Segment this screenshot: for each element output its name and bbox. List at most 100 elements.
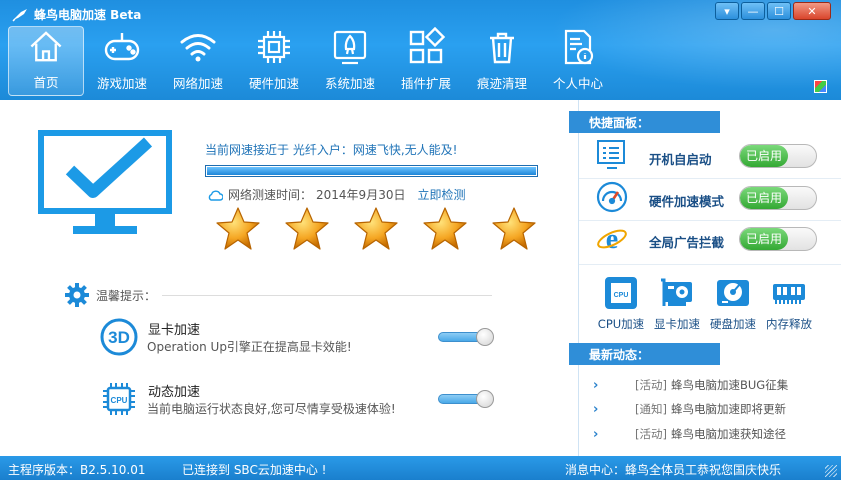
rocket-icon bbox=[333, 30, 367, 65]
nav-item-profile[interactable]: 个人中心 bbox=[540, 26, 616, 96]
news-tag: [活动] bbox=[635, 427, 667, 441]
slider-knob[interactable] bbox=[476, 390, 494, 408]
cloud-icon bbox=[208, 190, 223, 201]
nav-item-hardware[interactable]: 硬件加速 bbox=[236, 26, 312, 96]
version-text: 主程序版本：B2.5.10.01 bbox=[8, 463, 146, 477]
menu-button[interactable]: ▾ bbox=[715, 2, 739, 20]
nav-item-game[interactable]: 游戏加速 bbox=[84, 26, 160, 96]
star-icon bbox=[284, 206, 330, 252]
ie-icon: e bbox=[597, 224, 627, 255]
graphics-card-icon bbox=[661, 278, 692, 306]
nav-label: 个人中心 bbox=[552, 76, 603, 91]
news-item[interactable]: › [活动] 蜂鸟电脑加速获知途径 bbox=[593, 424, 833, 444]
speed-status-text: 当前网速接近于 光纤入户：网速飞快,无人能及! bbox=[205, 143, 458, 157]
nav-label: 插件扩展 bbox=[400, 76, 451, 91]
window-controls: ▾ — ☐ ✕ bbox=[713, 2, 831, 20]
nav-label: 系统加速 bbox=[324, 76, 375, 91]
nav-label: 硬件加速 bbox=[248, 76, 299, 91]
nav-item-plugin[interactable]: 插件扩展 bbox=[388, 26, 464, 96]
message-center[interactable]: 消息中心：蜂鸟全体员工恭祝您国庆快乐 bbox=[565, 461, 781, 478]
startup-toggle[interactable]: 已启用 bbox=[739, 144, 817, 168]
tips-header: 温馨提示： bbox=[64, 282, 492, 308]
tip-gpu: 3D 显卡加速 Operation Up引擎正在提高显卡效能! bbox=[100, 318, 500, 358]
quick-item-startup: 开机自启动 已启用 bbox=[579, 138, 841, 174]
tool-cpu[interactable]: CPU CPU加速 bbox=[593, 274, 649, 332]
quick-item-hwaccel: 硬件加速模式 已启用 bbox=[579, 180, 841, 216]
nav-item-clean[interactable]: 痕迹清理 bbox=[464, 26, 540, 96]
tool-grid: CPU CPU加速 显卡加速 硬盘加速 内存释放 bbox=[593, 274, 817, 332]
divider bbox=[579, 264, 841, 265]
news-text: 蜂鸟电脑加速BUG征集 bbox=[670, 378, 789, 392]
memory-icon bbox=[773, 284, 805, 304]
star-icon bbox=[491, 206, 537, 252]
rating-stars bbox=[215, 206, 560, 252]
chevron-right-icon: › bbox=[593, 401, 599, 417]
skin-button[interactable] bbox=[814, 80, 827, 93]
hummingbird-logo-icon bbox=[12, 8, 27, 22]
gpu-slider[interactable] bbox=[438, 328, 494, 346]
main-panel: 当前网速接近于 光纤入户：网速飞快,无人能及! 网络测速时间： 2014年9月3… bbox=[0, 100, 578, 456]
tip-desc: 当前电脑运行状态良好,您可尽情享受极速体验! bbox=[147, 402, 396, 416]
news-item[interactable]: › [活动] 蜂鸟电脑加速BUG征集 bbox=[593, 375, 833, 395]
toggle-state: 已启用 bbox=[740, 228, 788, 250]
quick-label: 开机自启动 bbox=[649, 152, 712, 167]
tool-label: 显卡加速 bbox=[654, 317, 700, 331]
gamepad-icon bbox=[104, 33, 140, 61]
tool-gpu[interactable]: 显卡加速 bbox=[649, 274, 705, 332]
chevron-right-icon: › bbox=[593, 377, 599, 393]
tip-title: 动态加速 bbox=[148, 385, 201, 400]
quick-label: 硬件加速模式 bbox=[649, 194, 725, 209]
startup-icon bbox=[597, 140, 625, 169]
quick-item-adblock: e 全局广告拦截 已启用 bbox=[579, 221, 841, 257]
speed-test-row: 网络测速时间： 2014年9月30日 立即检测 bbox=[207, 186, 465, 203]
cpu-icon: CPU bbox=[103, 383, 135, 415]
svg-text:3D: 3D bbox=[108, 328, 130, 347]
tip-dynamic: CPU 动态加速 当前电脑运行状态良好,您可尽情享受极速体验! bbox=[100, 380, 500, 420]
trash-icon bbox=[490, 32, 514, 64]
nav-item-network[interactable]: 网络加速 bbox=[160, 26, 236, 96]
news-item[interactable]: › [通知] 蜂鸟电脑加速即将更新 bbox=[593, 399, 833, 419]
divider bbox=[579, 178, 841, 179]
adblock-toggle[interactable]: 已启用 bbox=[739, 227, 817, 251]
news-tag: [通知] bbox=[635, 402, 667, 416]
main-nav: 首页 游戏加速 网络加速 硬件加速 系统加速 插件扩展 痕迹清理 个人中心 bbox=[8, 26, 616, 96]
tool-label: CPU加速 bbox=[597, 317, 645, 331]
status-bar: 主程序版本：B2.5.10.01 已连接到 SBC云加速中心 ! 消息中心：蜂鸟… bbox=[0, 456, 841, 480]
plugin-icon bbox=[409, 27, 446, 64]
gauge-icon bbox=[596, 181, 628, 213]
dynamic-slider[interactable] bbox=[438, 390, 494, 408]
side-panel: 快捷面板： 开机自启动 已启用 硬件加速模式 已启用 e 全局广告拦截 已启用 … bbox=[569, 100, 841, 456]
minimize-button[interactable]: — bbox=[741, 2, 765, 20]
speed-test-link[interactable]: 立即检测 bbox=[417, 186, 465, 203]
speed-test-date: 2014年9月30日 bbox=[316, 188, 406, 202]
speed-test-label: 网络测速时间： bbox=[228, 188, 313, 202]
toggle-state: 已启用 bbox=[740, 187, 788, 209]
nav-item-home[interactable]: 首页 bbox=[8, 26, 84, 96]
nav-label: 游戏加速 bbox=[96, 76, 147, 91]
app-title: 蜂鸟电脑加速 Beta bbox=[34, 8, 142, 22]
tool-disk[interactable]: 硬盘加速 bbox=[705, 274, 761, 332]
close-button[interactable]: ✕ bbox=[793, 2, 831, 20]
quick-panel-heading: 快捷面板： bbox=[569, 111, 720, 133]
nav-label: 痕迹清理 bbox=[476, 76, 527, 91]
header: 蜂鸟电脑加速 Beta ▾ — ☐ ✕ 首页 游戏加速 网络加速 硬件加速 系统… bbox=[0, 0, 841, 100]
tool-memory[interactable]: 内存释放 bbox=[761, 274, 817, 332]
slider-knob[interactable] bbox=[476, 328, 494, 346]
home-icon bbox=[30, 31, 62, 62]
speed-progress-fill bbox=[207, 167, 536, 175]
profile-icon bbox=[564, 29, 594, 65]
nav-item-system[interactable]: 系统加速 bbox=[312, 26, 388, 96]
news-tag: [活动] bbox=[635, 378, 667, 392]
news-heading: 最新动态： bbox=[569, 343, 720, 365]
star-icon bbox=[215, 206, 261, 252]
maximize-button[interactable]: ☐ bbox=[767, 2, 791, 20]
star-icon bbox=[422, 206, 468, 252]
news-text: 蜂鸟电脑加速获知途径 bbox=[670, 427, 786, 441]
resize-grip[interactable] bbox=[825, 465, 837, 477]
svg-text:CPU: CPU bbox=[111, 396, 128, 405]
tip-desc: Operation Up引擎正在提高显卡效能! bbox=[147, 340, 352, 354]
connection-status: 已连接到 SBC云加速中心 ! bbox=[182, 463, 327, 477]
cpu-chip-icon: CPU bbox=[605, 277, 637, 309]
title-bar: 蜂鸟电脑加速 Beta bbox=[12, 6, 141, 23]
hwaccel-toggle[interactable]: 已启用 bbox=[739, 186, 817, 210]
